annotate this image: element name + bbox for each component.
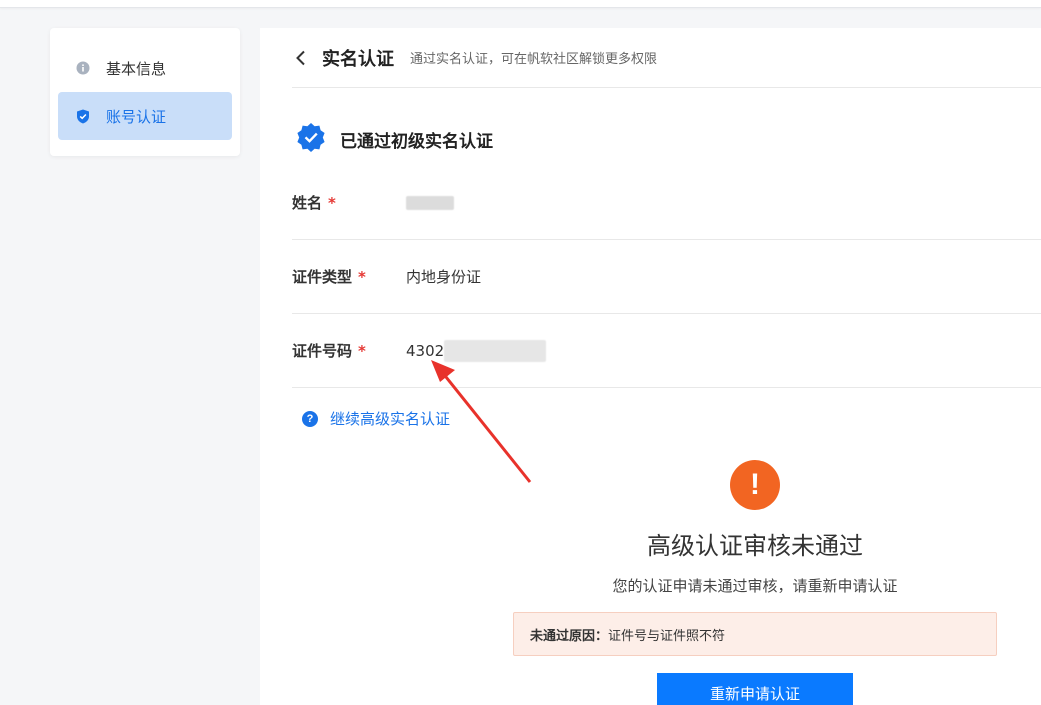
page-title: 实名认证 (322, 48, 394, 70)
redacted-block (406, 195, 454, 210)
reason-text: 证件号与证件照不符 (608, 628, 726, 644)
required-mark: * (328, 194, 336, 212)
result-description: 您的认证申请未通过审核，请重新申请认证 (612, 577, 898, 595)
redacted-block (444, 339, 547, 362)
page-header: 实名认证 通过实名认证，可在帆软社区解锁更多权限 (292, 28, 1041, 88)
info-icon (76, 61, 90, 75)
sidebar-item-basic-info[interactable]: 基本信息 (58, 44, 232, 92)
name-field: 姓名 * (292, 166, 1041, 240)
sidebar-item-label: 基本信息 (106, 59, 167, 78)
sidebar-item-label: 账号认证 (106, 107, 167, 126)
continue-advanced-verification-link[interactable]: ? 继续高级实名认证 (302, 408, 450, 429)
top-bar (0, 0, 1041, 8)
verified-status-text: 已通过初级实名认证 (340, 131, 493, 152)
id-number-field: 证件号码 * 4302 (292, 314, 1041, 388)
sidebar: 基本信息 账号认证 (50, 28, 240, 156)
warning-icon: ! (730, 460, 780, 510)
shield-check-icon (76, 109, 90, 123)
question-icon: ? (302, 410, 318, 427)
id-type-label: 证件类型 * (292, 268, 366, 286)
name-label: 姓名 * (292, 194, 336, 212)
reason-label: 未通过原因： (530, 628, 609, 644)
name-value (406, 195, 454, 210)
id-number-label: 证件号码 * (292, 342, 366, 360)
result-title: 高级认证审核未通过 (647, 532, 863, 560)
id-number-value: 4302 (406, 339, 547, 362)
advanced-verification-result: ! 高级认证审核未通过 您的认证申请未通过审核，请重新申请认证 未通过原因： 证… (513, 460, 997, 705)
id-type-value: 内地身份证 (406, 268, 482, 286)
verified-badge-icon (296, 122, 326, 156)
rejection-reason-box: 未通过原因： 证件号与证件照不符 (513, 612, 997, 656)
required-mark: * (358, 342, 366, 360)
back-arrow-icon[interactable] (292, 49, 310, 67)
sidebar-item-account-verification[interactable]: 账号认证 (58, 92, 232, 140)
main-panel: 实名认证 通过实名认证，可在帆软社区解锁更多权限 已通过初级实名认证 姓名 * 证… (260, 28, 1041, 705)
continue-link-label: 继续高级实名认证 (330, 410, 451, 428)
reapply-button[interactable]: 重新申请认证 (657, 673, 853, 705)
id-type-field: 证件类型 * 内地身份证 (292, 240, 1041, 314)
required-mark: * (358, 268, 366, 286)
page-subtitle: 通过实名认证，可在帆软社区解锁更多权限 (410, 52, 658, 67)
verified-status: 已通过初级实名认证 (296, 122, 493, 156)
